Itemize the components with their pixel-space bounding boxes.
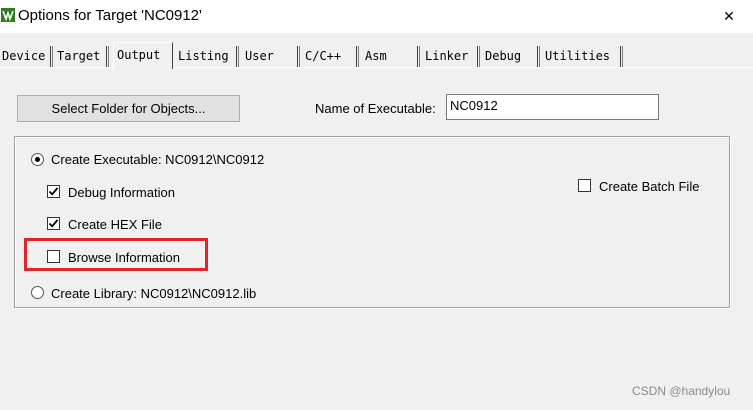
radio-selected-dot	[35, 157, 40, 162]
create-batch-label: Create Batch File	[599, 179, 700, 194]
tab-device[interactable]: Device	[0, 46, 53, 68]
tab-asm[interactable]: Asm	[363, 46, 420, 68]
tab-listing[interactable]: Listing	[176, 46, 239, 68]
debug-information-label: Debug Information	[68, 185, 175, 200]
tab-target[interactable]: Target	[55, 46, 109, 68]
debug-information-checkbox[interactable]	[47, 185, 60, 198]
window-title: Options for Target 'NC0912'	[18, 7, 202, 24]
tab-user[interactable]: User	[243, 46, 300, 68]
checkmark-icon	[48, 187, 59, 196]
tab-utilities[interactable]: Utilities	[543, 46, 623, 68]
select-folder-button[interactable]: Select Folder for Objects...	[17, 95, 240, 122]
create-hex-checkbox[interactable]	[47, 217, 60, 230]
name-of-executable-label: Name of Executable:	[315, 101, 436, 116]
watermark: CSDN @handylou	[632, 384, 731, 398]
highlight-box	[24, 238, 208, 271]
create-executable-radio[interactable]	[31, 153, 44, 166]
name-of-executable-input[interactable]: NC0912	[446, 94, 659, 120]
create-library-label: Create Library: NC0912\NC0912.lib	[51, 286, 257, 301]
create-executable-label: Create Executable: NC0912\NC0912	[51, 152, 265, 167]
create-library-radio[interactable]	[31, 286, 44, 299]
create-batch-checkbox[interactable]	[578, 179, 591, 192]
keil-uvision-icon	[1, 8, 15, 22]
close-button[interactable]: ✕	[705, 0, 753, 33]
tab-linker[interactable]: Linker	[423, 46, 480, 68]
create-hex-label: Create HEX File	[68, 217, 162, 232]
close-icon: ✕	[723, 8, 735, 24]
tab-c-cpp[interactable]: C/C++	[303, 46, 359, 68]
tab-output[interactable]: Output	[113, 42, 173, 69]
tab-debug[interactable]: Debug	[483, 46, 540, 68]
title-bar: Options for Target 'NC0912' ✕	[0, 0, 753, 33]
checkmark-icon	[48, 219, 59, 228]
tab-strip: Device Target Output Listing User C/C++ …	[0, 42, 753, 69]
